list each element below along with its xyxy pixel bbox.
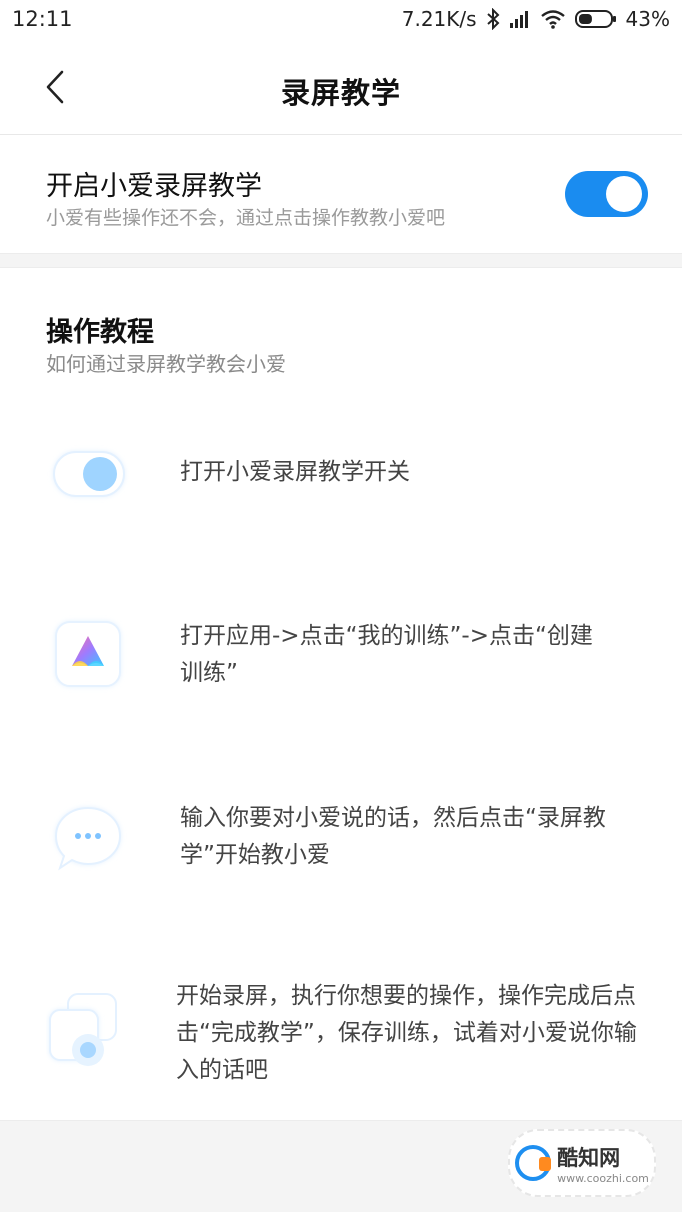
watermark-url: www.coozhi.com <box>557 1171 649 1185</box>
tutorial-title: 操作教程 <box>46 317 154 348</box>
wifi-icon <box>540 10 565 29</box>
chat-bubble-icon <box>46 798 130 882</box>
battery-percentage: 43% <box>625 7 670 31</box>
watermark-name: 酷知网 <box>557 1145 621 1170</box>
battery-icon <box>574 10 616 28</box>
tutorial-subtitle: 如何通过录屏教学教会小爱 <box>46 352 286 376</box>
bluetooth-icon <box>486 8 499 30</box>
step-text: 打开应用->点击“我的训练”->点击“创建训练” <box>180 623 593 686</box>
status-time: 12:11 <box>12 7 73 31</box>
step-text: 开始录屏，执行你想要的操作，操作完成后点击“完成教学”，保存训练，试着对小爱说你… <box>176 983 637 1083</box>
screen-recording-toggle-row: 开启小爱录屏教学 小爱有些操作还不会，通过点击操作教教小爱吧 <box>0 135 682 253</box>
screen: 12:11 7.21K/s 43% 录屏教学 开启小爱录屏教学 小爱有些操作还不… <box>0 0 682 1212</box>
step-text: 打开小爱录屏教学开关 <box>180 459 410 485</box>
section-divider <box>0 253 682 268</box>
watermark-texts: 酷知网 www.coozhi.com <box>557 1142 649 1185</box>
app-logo-icon <box>46 612 130 696</box>
signal-icon <box>509 11 528 28</box>
footer: 酷知网 www.coozhi.com <box>0 1120 682 1212</box>
watermark-logo-icon <box>515 1145 552 1181</box>
watermark: 酷知网 www.coozhi.com <box>508 1129 656 1197</box>
status-bar: 12:11 7.21K/s 43% <box>0 0 682 40</box>
status-indicators: 7.21K/s 43% <box>402 7 670 31</box>
header: 录屏教学 <box>0 40 682 135</box>
toggle-switch-icon <box>46 430 130 514</box>
network-speed: 7.21K/s <box>401 7 477 31</box>
switch-knob <box>606 176 642 212</box>
toggle-subtitle: 小爱有些操作还不会，通过点击操作教教小爱吧 <box>46 207 446 229</box>
screen-record-icon <box>46 988 130 1072</box>
screen-recording-switch[interactable] <box>565 171 648 217</box>
step-text: 输入你要对小爱说的话，然后点击“录屏教学”开始教小爱 <box>180 805 606 868</box>
toggle-title: 开启小爱录屏教学 <box>46 171 262 202</box>
page-title: 录屏教学 <box>280 76 401 110</box>
